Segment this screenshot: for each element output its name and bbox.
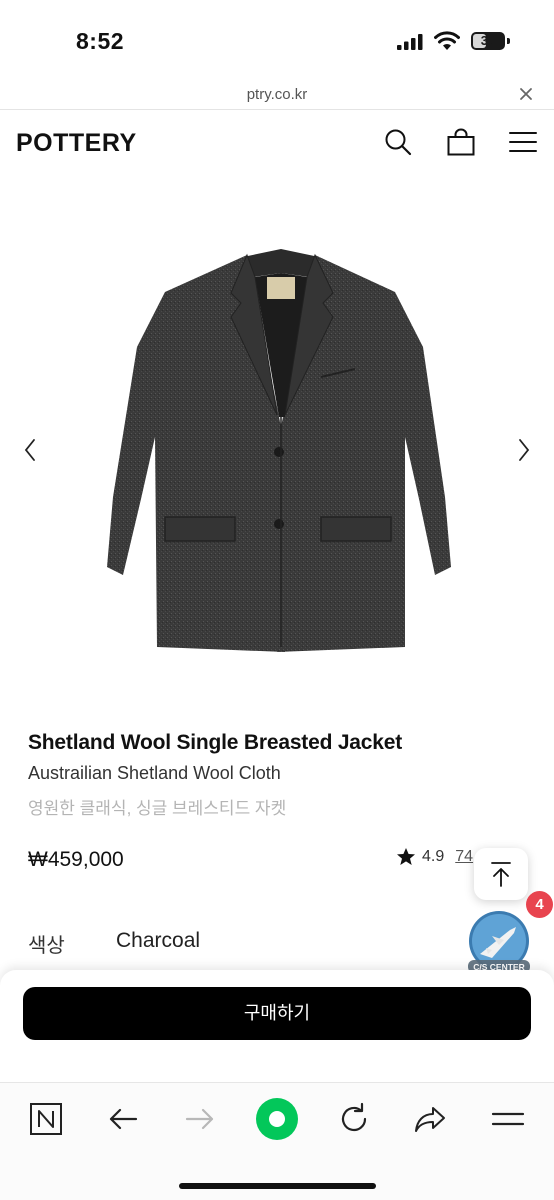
naver-n-icon[interactable] [28,1101,64,1137]
green-dot-icon[interactable] [255,1097,299,1141]
back-arrow-icon[interactable] [105,1101,141,1137]
battery-percent: 39 [480,33,496,48]
product-description: 영원한 클래식, 싱글 브레스티드 자켓 [28,799,287,818]
reload-icon[interactable] [336,1101,372,1137]
scroll-to-top-button[interactable] [474,848,528,900]
status-time: 8:52 [76,28,125,54]
product-subtitle: Austrailian Shetland Wool Cloth [28,763,281,783]
wifi-icon [434,31,460,50]
url-text[interactable]: ptry.co.kr [0,86,554,103]
airplane-icon: C/S CENTER [468,911,530,973]
option-label: 색상 [28,935,65,957]
shopping-bag-icon[interactable] [446,127,476,157]
battery-icon: 39 [471,32,505,50]
share-icon[interactable] [412,1101,448,1137]
url-bar[interactable]: ptry.co.kr [0,80,554,110]
buy-button[interactable]: 구매하기 [23,987,531,1040]
browser-toolbar [0,1082,554,1200]
review-count-link[interactable]: 74 [455,848,473,866]
purchase-sheet: 구매하기 [0,970,554,1082]
status-bar: 8:52 39 [0,0,554,80]
home-indicator [179,1183,376,1189]
site-header: POTTERY [0,111,554,177]
menu-icon[interactable] [508,127,538,157]
close-icon[interactable] [516,84,536,104]
search-icon[interactable] [383,127,413,157]
rating-value: 4.9 [422,848,445,865]
product-name: Shetland Wool Single Breasted Jacket [28,731,403,754]
brand-logo[interactable]: POTTERY [16,129,137,158]
chevron-left-icon[interactable] [20,435,40,465]
product-rating[interactable]: 4.9 74 [396,845,473,869]
chevron-right-icon[interactable] [514,435,534,465]
arrow-up-icon [491,862,511,887]
cs-center-button[interactable]: C/S CENTER [466,910,532,976]
option-value[interactable]: Charcoal [116,929,200,953]
forward-arrow-icon[interactable] [182,1101,218,1137]
product-image [107,249,451,652]
product-price: ₩459,000 [28,848,124,871]
signal-icon [397,34,423,50]
product-gallery[interactable] [0,177,554,717]
menu-icon[interactable] [490,1101,526,1137]
notification-badge: 4 [526,891,553,918]
star-icon [397,848,415,865]
battery-tip [507,38,510,44]
